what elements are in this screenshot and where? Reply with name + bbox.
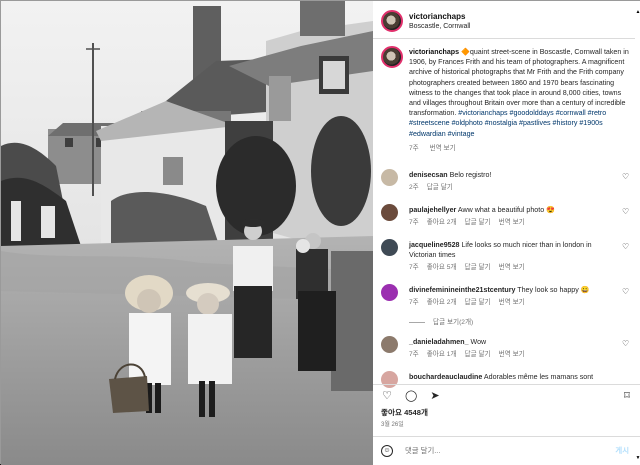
author-avatar[interactable] xyxy=(381,10,403,32)
comment-text: paulajehellyer Aww what a beautiful phot… xyxy=(409,205,614,215)
caption-meta: 7주 번역 보기 xyxy=(409,144,631,154)
like-comment-heart-icon[interactable]: ♡ xyxy=(622,340,630,348)
view-replies-toggle[interactable]: 답글 보기(2개) xyxy=(409,316,473,326)
comment-avatar[interactable] xyxy=(381,336,398,353)
post-modal: victorianchaps Boscastle, Cornwall victo… xyxy=(0,0,640,465)
bookmark-icon[interactable]: ⌑ xyxy=(621,390,633,402)
comment-username[interactable]: _danieladahmen_ xyxy=(409,338,469,346)
translate-link[interactable]: 번역 보기 xyxy=(499,351,525,358)
comment-item: denisecsan Belo registro! 2주 답글 달기 ♡ xyxy=(381,169,633,203)
like-comment-heart-icon[interactable]: ♡ xyxy=(622,208,630,216)
caption-age: 7주 xyxy=(409,144,419,152)
comment-text: bouchardeauclaudine Adorables même les m… xyxy=(409,372,614,382)
post-date: 3월 26일 xyxy=(381,422,404,428)
comment-item: _danieladahmen_ Wow 7주 좋아요 1개 답글 달기 번역 보기 ♡ xyxy=(381,336,633,370)
comment-meta: 2주 답글 달기 xyxy=(409,181,461,191)
comment-body: Adorables même les mamans sont xyxy=(483,373,594,381)
heart-icon[interactable]: ♡ xyxy=(381,390,393,402)
comment-age: 2주 xyxy=(409,184,419,191)
comment-body: They look so happy 😀 xyxy=(517,286,590,294)
post-side-panel: victorianchaps Boscastle, Cornwall victo… xyxy=(373,1,640,465)
caption-body: quaint street-scene in Boscastle, Cornwa… xyxy=(409,48,629,118)
caption-avatar[interactable] xyxy=(381,46,403,68)
like-comment-heart-icon[interactable]: ♡ xyxy=(622,173,630,181)
translate-link[interactable]: 번역 보기 xyxy=(499,219,525,226)
comment-body: Wow xyxy=(470,338,487,346)
comment-age: 7주 xyxy=(409,219,419,226)
caption-text: victorianchaps 🔶quaint street-scene in B… xyxy=(409,47,631,154)
translate-link[interactable]: 번역 보기 xyxy=(499,299,525,306)
comment-age: 7주 xyxy=(409,264,419,271)
caption-translate-link[interactable]: 번역 보기 xyxy=(430,145,456,152)
reply-link[interactable]: 답글 달기 xyxy=(465,351,491,358)
comment-likes[interactable]: 좋아요 2개 xyxy=(427,219,457,226)
comment-meta: 7주 좋아요 2개 답글 달기 번역 보기 xyxy=(409,216,533,226)
comment-username[interactable]: paulajehellyer xyxy=(409,206,456,214)
comment-avatar[interactable] xyxy=(381,169,398,186)
reply-link[interactable]: 답글 달기 xyxy=(465,264,491,271)
comment-avatar[interactable] xyxy=(381,239,398,256)
reply-link[interactable]: 답글 달기 xyxy=(465,299,491,306)
comment-item: divinefeminineinthe21stcentury They look… xyxy=(381,284,633,318)
vintage-street-photo xyxy=(1,1,373,465)
comment-meta: 7주 좋아요 1개 답글 달기 번역 보기 xyxy=(409,348,533,358)
comment-text: denisecsan Belo registro! xyxy=(409,170,614,180)
reply-link[interactable]: 답글 달기 xyxy=(465,219,491,226)
caption-username[interactable]: victorianchaps xyxy=(409,48,459,56)
author-username[interactable]: victorianchaps xyxy=(409,12,465,21)
comment-username[interactable]: divinefeminineinthe21stcentury xyxy=(409,286,515,294)
scroll-down-arrow-icon[interactable]: ▼ xyxy=(635,455,640,461)
post-action-bar: ♡ ◯ ➤ ⌑ xyxy=(373,384,640,406)
post-location[interactable]: Boscastle, Cornwall xyxy=(409,23,470,30)
post-header: victorianchaps Boscastle, Cornwall xyxy=(373,1,635,39)
comment-icon[interactable]: ◯ xyxy=(405,390,417,402)
comment-likes[interactable]: 좋아요 5개 xyxy=(427,264,457,271)
add-comment-bar: ☺ 댓글 달기... 게시 xyxy=(373,436,640,465)
like-comment-heart-icon[interactable]: ♡ xyxy=(622,288,630,296)
replies-line xyxy=(409,321,425,323)
comment-text: _danieladahmen_ Wow xyxy=(409,337,614,347)
comment-text: divinefeminineinthe21stcentury They look… xyxy=(409,285,614,295)
comment-age: 7주 xyxy=(409,351,419,358)
comment-age: 7주 xyxy=(409,299,419,306)
share-icon[interactable]: ➤ xyxy=(429,390,441,402)
view-replies-label[interactable]: 답글 보기(2개) xyxy=(433,319,473,326)
like-count[interactable]: 좋아요 4548개 xyxy=(381,407,428,418)
comment-body: Aww what a beautiful photo 😍 xyxy=(457,206,555,214)
reply-link[interactable]: 답글 달기 xyxy=(427,184,453,191)
emoji-picker-icon[interactable]: ☺ xyxy=(381,445,393,457)
comment-username[interactable]: bouchardeauclaudine xyxy=(409,373,482,381)
comment-item: paulajehellyer Aww what a beautiful phot… xyxy=(381,204,633,238)
post-comment-button[interactable]: 게시 xyxy=(615,445,629,456)
comment-likes[interactable]: 좋아요 1개 xyxy=(427,351,457,358)
comment-item: jacqueline9528 Life looks so much nicer … xyxy=(381,239,633,273)
comment-avatar[interactable] xyxy=(381,284,398,301)
like-comment-heart-icon[interactable]: ♡ xyxy=(622,243,630,251)
comment-meta: 7주 좋아요 5개 답글 달기 번역 보기 xyxy=(409,261,533,271)
caption-emoji: 🔶 xyxy=(461,48,470,56)
comment-username[interactable]: jacqueline9528 xyxy=(409,241,459,249)
post-photo[interactable] xyxy=(1,1,373,465)
comment-username[interactable]: denisecsan xyxy=(409,171,448,179)
comment-input[interactable]: 댓글 달기... xyxy=(405,445,440,456)
translate-link[interactable]: 번역 보기 xyxy=(499,264,525,271)
comment-meta: 7주 좋아요 2개 답글 달기 번역 보기 xyxy=(409,296,533,306)
scroll-up-arrow-icon[interactable]: ▲ xyxy=(635,9,640,15)
comment-avatar[interactable] xyxy=(381,204,398,221)
comment-body: Belo registro! xyxy=(449,171,492,179)
comment-likes[interactable]: 좋아요 2개 xyxy=(427,299,457,306)
comment-text: jacqueline9528 Life looks so much nicer … xyxy=(409,240,614,260)
